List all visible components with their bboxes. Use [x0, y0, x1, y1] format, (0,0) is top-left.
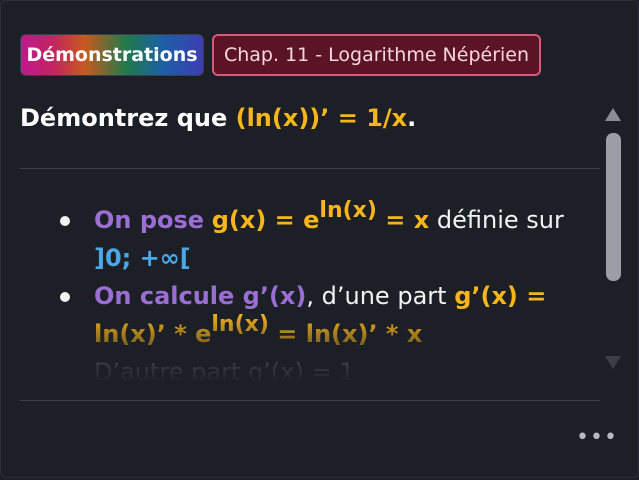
category-tag[interactable]: Démonstrations	[20, 34, 204, 76]
formula-exponent: ln(x)	[211, 312, 269, 337]
step-next-line: D’autre part g’(x) = 1	[94, 358, 355, 383]
formula-part: = x	[376, 206, 430, 234]
step-text: , d’une part	[306, 282, 455, 310]
list-item: On calcule g’(x), d’une part g’(x) = ln(…	[20, 277, 602, 383]
list-item: On pose g(x) = eln(x) = x définie sur ]0…	[20, 200, 602, 277]
bullet-icon	[60, 292, 70, 302]
step-lead: On calcule g’(x)	[94, 282, 307, 310]
formula-exponent: ln(x)	[319, 198, 377, 223]
scrollbar[interactable]	[602, 108, 624, 378]
steps-list: On pose g(x) = eln(x) = x définie sur ]0…	[20, 200, 602, 383]
step-lead: On pose	[94, 206, 205, 234]
chapter-tag[interactable]: Chap. 11 - Logarithme Népérien	[212, 34, 541, 76]
step-formula: g(x) = eln(x) = x	[211, 200, 430, 235]
formula-part: g(x) = e	[211, 206, 320, 234]
formula-part: = ln(x)’ * x	[268, 320, 423, 348]
scroll-down-icon[interactable]	[605, 356, 621, 369]
question-suffix: .	[407, 104, 417, 132]
step-interval: ]0; +∞[	[94, 244, 191, 272]
question-prefix: Démontrez que	[20, 104, 236, 132]
flashcard: Démonstrations Chap. 11 - Logarithme Nép…	[0, 0, 639, 478]
bullet-icon	[60, 216, 70, 226]
divider-top	[20, 168, 600, 169]
question-formula: (ln(x))’ = 1/x	[235, 104, 408, 132]
step-text: définie sur	[429, 206, 564, 234]
divider-bottom	[20, 400, 600, 401]
more-options-icon[interactable]: •••	[576, 427, 617, 449]
question-text: Démontrez que (ln(x))’ = 1/x.	[20, 104, 416, 132]
scroll-thumb[interactable]	[606, 133, 621, 281]
answer-content[interactable]: On pose g(x) = eln(x) = x définie sur ]0…	[20, 171, 602, 383]
scroll-up-icon[interactable]	[605, 108, 621, 121]
